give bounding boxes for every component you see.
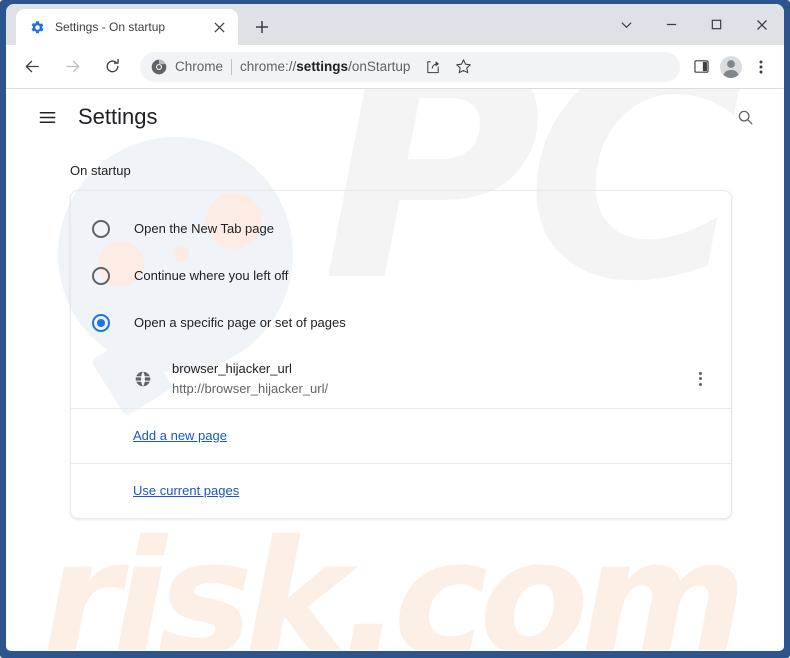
- hamburger-menu-icon[interactable]: [28, 98, 66, 136]
- omnibox-actions: [418, 52, 478, 82]
- browser-toolbar: Chrome chrome://settings/onStartup: [6, 45, 784, 89]
- url-suffix: /onStartup: [348, 59, 411, 74]
- side-panel-icon[interactable]: [686, 52, 716, 82]
- page-title: Settings: [78, 104, 158, 129]
- on-startup-card: Open the New Tab page Continue where you…: [70, 190, 732, 519]
- radio-label: Open the New Tab page: [134, 221, 274, 236]
- section-label: On startup: [70, 163, 131, 178]
- more-menu-icon[interactable]: [746, 52, 776, 82]
- omnibox-url: chrome://settings/onStartup: [240, 59, 410, 74]
- watermark-brand-text: risk.com: [42, 505, 747, 651]
- address-bar[interactable]: Chrome chrome://settings/onStartup: [140, 51, 680, 82]
- add-new-page-row: Add a new page: [71, 409, 731, 464]
- tab-search-chevron-down-icon[interactable]: [604, 4, 649, 45]
- radio-button[interactable]: [92, 266, 110, 285]
- bookmark-star-icon[interactable]: [448, 52, 478, 82]
- omnibox-separator: [231, 58, 233, 75]
- back-button[interactable]: [16, 51, 48, 83]
- window-controls: [604, 4, 784, 45]
- startup-page-name: browser_hijacker_url: [172, 361, 292, 376]
- radio-button-selected[interactable]: [92, 313, 110, 332]
- close-window-icon[interactable]: [739, 4, 784, 45]
- startup-page-url: http://browser_hijacker_url/: [172, 380, 329, 396]
- radio-label: Open a specific page or set of pages: [134, 315, 346, 330]
- browser-window: Settings - On startup Chrome chrome://se…: [0, 0, 790, 658]
- settings-gear-icon: [29, 19, 45, 35]
- startup-option-specific-pages[interactable]: Open a specific page or set of pages: [71, 299, 731, 346]
- radio-button[interactable]: [92, 219, 110, 238]
- share-icon[interactable]: [418, 52, 448, 82]
- browser-tab[interactable]: Settings - On startup: [16, 9, 238, 45]
- globe-icon: [133, 369, 153, 389]
- tab-strip: Settings - On startup: [6, 4, 784, 45]
- settings-page: PC risk.com Settings On startup Open the…: [6, 89, 784, 650]
- startup-option-continue[interactable]: Continue where you left off: [71, 252, 731, 299]
- startup-page-texts: browser_hijacker_url http://browser_hija…: [172, 359, 687, 398]
- row-more-menu-icon[interactable]: [687, 366, 713, 392]
- new-tab-button[interactable]: [247, 12, 277, 42]
- add-new-page-link[interactable]: Add a new page: [133, 428, 227, 443]
- url-prefix: chrome://: [240, 59, 297, 74]
- search-icon[interactable]: [726, 98, 764, 136]
- chrome-logo-icon: [151, 59, 167, 75]
- use-current-pages-row: Use current pages: [71, 464, 731, 518]
- startup-page-row: browser_hijacker_url http://browser_hija…: [71, 349, 731, 409]
- maximize-icon[interactable]: [694, 4, 739, 45]
- use-current-pages-link[interactable]: Use current pages: [133, 483, 239, 498]
- minimize-icon[interactable]: [649, 4, 694, 45]
- startup-option-new-tab[interactable]: Open the New Tab page: [71, 205, 731, 252]
- profile-avatar[interactable]: [716, 52, 746, 82]
- avatar: [720, 55, 742, 78]
- url-bold-segment: settings: [296, 59, 349, 74]
- forward-button[interactable]: [56, 51, 88, 83]
- settings-content: On startup Open the New Tab page Continu…: [6, 163, 784, 519]
- omnibox-chip-label: Chrome: [175, 59, 224, 74]
- close-icon[interactable]: [210, 18, 228, 36]
- radio-label: Continue where you left off: [134, 268, 289, 283]
- settings-header: Settings: [6, 89, 784, 145]
- reload-button[interactable]: [96, 51, 128, 83]
- tab-title: Settings - On startup: [55, 20, 166, 34]
- browser-window-inner: Settings - On startup Chrome chrome://se…: [6, 4, 784, 651]
